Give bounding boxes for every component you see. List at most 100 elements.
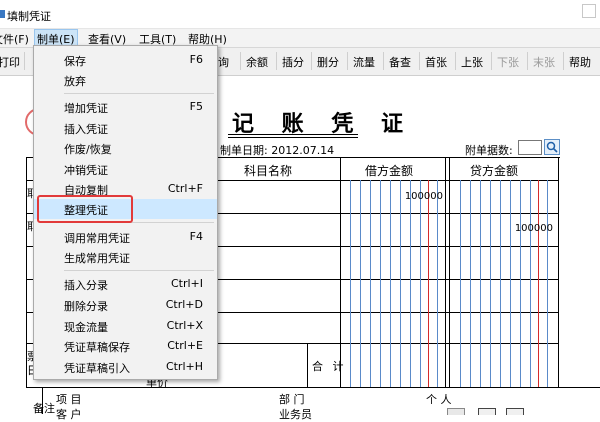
digit-line [520, 180, 521, 387]
digit-line [410, 180, 411, 387]
menu-item-shortcut: F5 [189, 100, 203, 113]
menu-separator [64, 270, 214, 271]
tool-reference[interactable]: 备查 [389, 54, 411, 70]
toolbar-divider [563, 52, 564, 70]
toolbar-divider [240, 52, 241, 70]
digit-line [530, 180, 531, 387]
digit-line [538, 180, 539, 387]
digit-line [400, 180, 401, 387]
menu-item-cash-flow[interactable]: 现金流量 Ctrl+X [34, 316, 217, 336]
attachment-count-label: 附单据数: [465, 144, 513, 157]
header-debit-amount: 借方金额 [365, 164, 414, 178]
digit-line [360, 180, 361, 387]
customer-label: 客 户 [56, 408, 82, 421]
department-label: 部 门 [279, 393, 305, 406]
tool-balance[interactable]: 余额 [246, 54, 268, 70]
highlight-annotation-box [37, 195, 133, 223]
menu-item-discard[interactable]: 放弃 [34, 70, 217, 90]
window-title: 填制凭证 [7, 10, 51, 23]
menu-item-label: 插入分录 [64, 279, 108, 292]
menu-item-label: 现金流量 [64, 321, 108, 334]
grid-line [307, 343, 308, 387]
toolbar-divider [347, 52, 348, 70]
menu-item-shortcut: Ctrl+D [165, 298, 203, 311]
menu-item-label: 凭证草稿引入 [64, 362, 130, 375]
tool-first[interactable]: 首张 [425, 54, 447, 70]
menu-item-shortcut: Ctrl+I [170, 277, 203, 290]
menu-item-shortcut: Ctrl+E [167, 339, 203, 352]
person-label: 个 人 [426, 393, 452, 406]
digit-line [350, 180, 351, 387]
attachment-count-input[interactable] [518, 140, 542, 155]
menu-item-delete-entry[interactable]: 删除分录 Ctrl+D [34, 295, 217, 315]
menu-item-insert-voucher[interactable]: 插入凭证 [34, 118, 217, 138]
digit-line [390, 180, 391, 387]
menu-item-shortcut: Ctrl+F [167, 182, 203, 195]
tool-next[interactable]: 下张 [497, 54, 519, 70]
tool-insert-entry[interactable]: 插分 [282, 54, 304, 70]
toolbar-divider [276, 52, 277, 70]
digit-line [490, 180, 491, 387]
menu-item-void-restore[interactable]: 作废/恢复 [34, 138, 217, 158]
tool-last[interactable]: 末张 [533, 54, 555, 70]
debit-amount-cell[interactable]: 100000 [373, 191, 443, 202]
menu-item-label: 调用常用凭证 [64, 232, 130, 245]
title-bar: 填制凭证 [0, 0, 600, 29]
menu-item-shortcut: Ctrl+H [165, 360, 203, 373]
menu-item-label: 删除分录 [64, 300, 108, 313]
digit-line [437, 180, 438, 387]
salesperson-label: 业务员 [279, 408, 312, 421]
tool-query[interactable]: 询 [218, 54, 229, 70]
toolbar-divider [527, 52, 528, 70]
search-icon[interactable] [544, 139, 560, 155]
digit-line [500, 180, 501, 387]
toolbar-divider [491, 52, 492, 70]
tool-print[interactable]: 打印 [0, 54, 20, 70]
tool-help[interactable]: 帮助 [569, 54, 591, 70]
menu-item-label: 作废/恢复 [64, 143, 112, 156]
menu-item-import-draft[interactable]: 凭证草稿引入 Ctrl+H [34, 357, 217, 377]
header-subject-name: 科目名称 [244, 164, 293, 178]
menu-item-label: 插入凭证 [64, 123, 108, 136]
digit-line [428, 180, 429, 387]
digit-line [547, 180, 548, 387]
toolbar-divider [311, 52, 312, 70]
toolbar-divider [383, 52, 384, 70]
grid-line [558, 157, 559, 387]
window-control-icon[interactable] [582, 4, 596, 18]
grid-line [42, 387, 43, 414]
digit-line [370, 180, 371, 387]
menu-item-label: 生成常用凭证 [64, 252, 130, 265]
menu-item-generate-common-voucher[interactable]: 生成常用凭证 [34, 247, 217, 267]
title-underline [228, 137, 358, 138]
menu-item-label: 凭证草稿保存 [64, 341, 130, 354]
tool-delete-entry[interactable]: 删分 [317, 54, 339, 70]
menu-item-label: 增加凭证 [64, 102, 108, 115]
title-underline [228, 134, 358, 135]
menu-separator [64, 93, 214, 94]
header-credit-amount: 贷方金额 [470, 164, 519, 178]
tool-cash-flow[interactable]: 流量 [353, 54, 375, 70]
digit-line [460, 180, 461, 387]
menu-item-reverse-voucher[interactable]: 冲销凭证 [34, 159, 217, 179]
menu-item-save-draft[interactable]: 凭证草稿保存 Ctrl+E [34, 336, 217, 356]
menu-item-shortcut: Ctrl+X [166, 319, 203, 332]
menu-item-call-common-voucher[interactable]: 调用常用凭证 F4 [34, 227, 217, 247]
menu-file[interactable]: 文件(F) [0, 31, 29, 47]
item-label: 项 目 [56, 393, 82, 406]
menu-item-save[interactable]: 保存 F6 [34, 50, 217, 70]
tool-prev[interactable]: 上张 [461, 54, 483, 70]
menu-item-add-voucher[interactable]: 增加凭证 F5 [34, 97, 217, 117]
toolbar-divider [419, 52, 420, 70]
menu-item-insert-entry[interactable]: 插入分录 Ctrl+I [34, 274, 217, 294]
total-label: 合 计 [312, 360, 347, 373]
menu-item-label: 保存 [64, 55, 86, 68]
menu-item-shortcut: F6 [189, 53, 203, 66]
grid-line [449, 157, 450, 387]
app-icon [0, 9, 6, 19]
toolbar-divider [24, 52, 25, 70]
credit-amount-cell[interactable]: 100000 [483, 223, 553, 234]
voucher-date[interactable]: 制单日期: 2012.07.14 [220, 142, 334, 158]
grid-line [445, 157, 446, 387]
digit-line [420, 180, 421, 387]
